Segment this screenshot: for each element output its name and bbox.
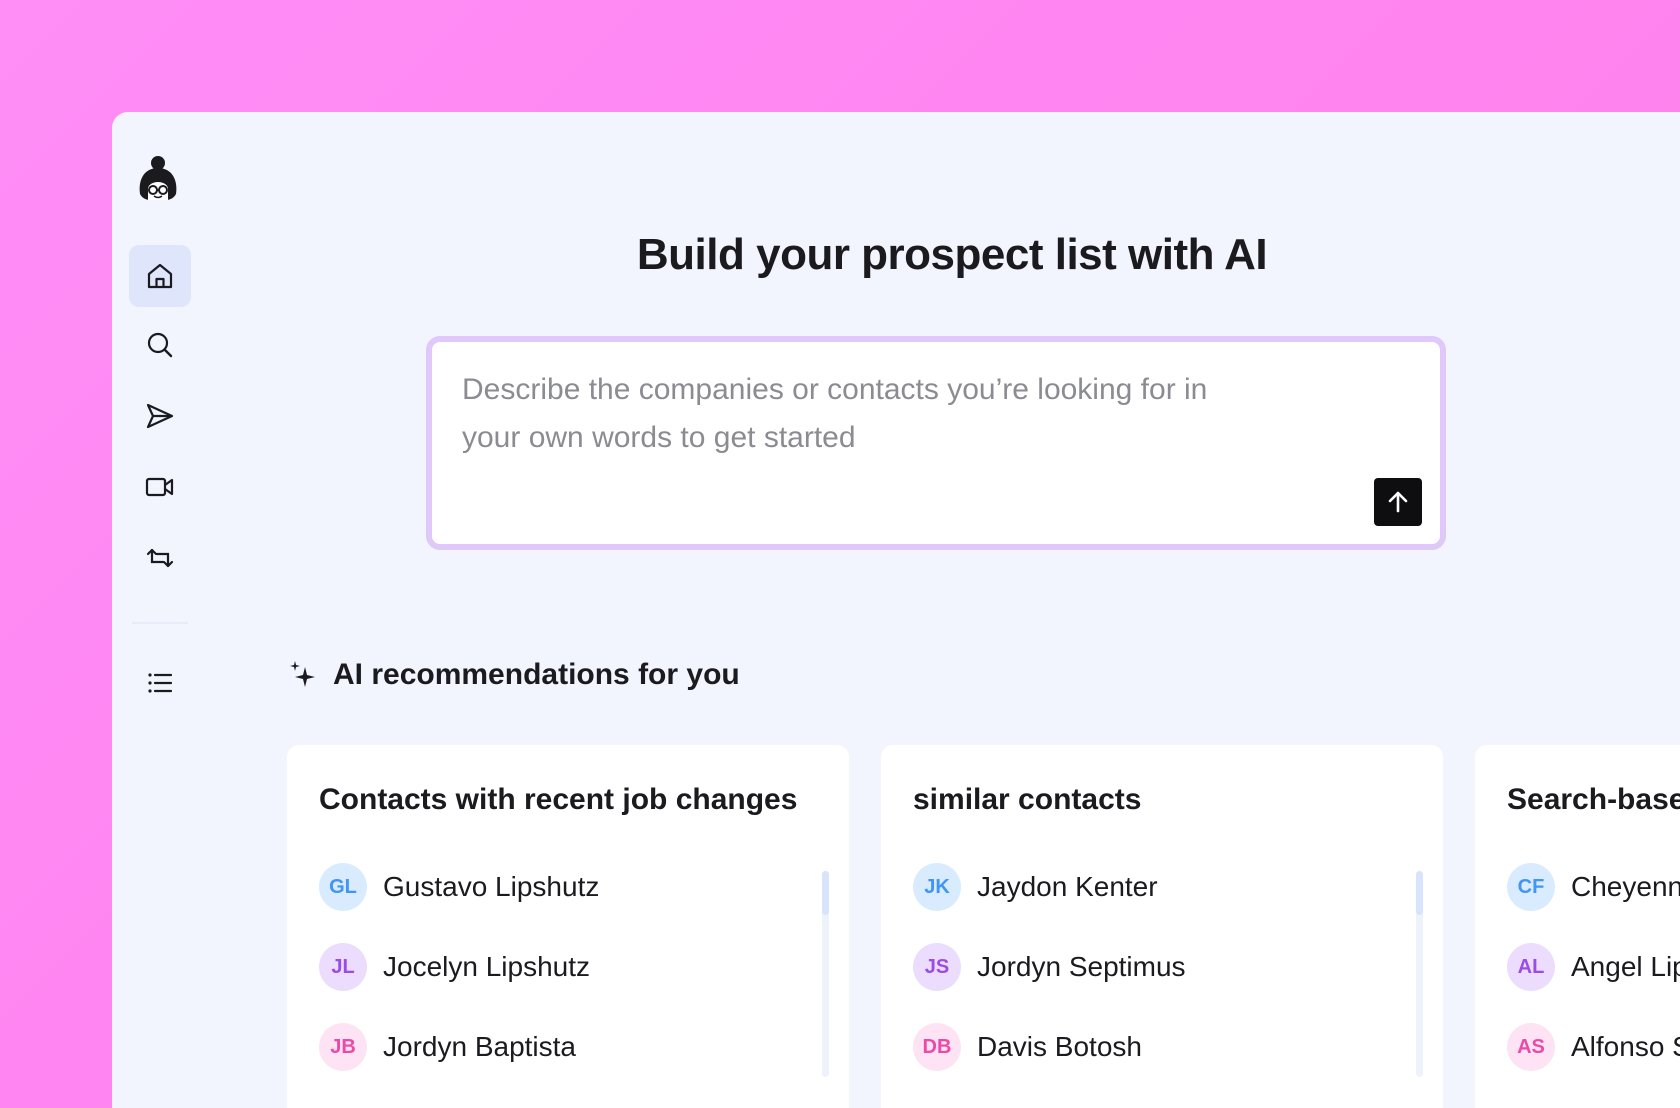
logo-icon[interactable] — [136, 154, 180, 204]
recommendations-header: AI recommendations for you — [287, 658, 740, 692]
contact-item[interactable]: AL Angel Lip — [1507, 943, 1680, 991]
search-icon — [147, 332, 173, 358]
card-title: similar contacts — [913, 783, 1142, 816]
recommendation-card-similar-contacts[interactable]: similar contacts JK Jaydon Kenter JS Jor… — [881, 745, 1443, 1108]
recommendations-title: AI recommendations for you — [333, 658, 740, 691]
video-icon — [145, 477, 174, 497]
contact-item[interactable]: JS Jordyn Septimus — [913, 943, 1186, 991]
send-icon — [146, 403, 174, 429]
avatar: JL — [319, 943, 367, 991]
prompt-box — [426, 336, 1446, 550]
contact-item[interactable]: DB Davis Botosh — [913, 1023, 1142, 1071]
nav-divider — [132, 622, 188, 624]
app-window: Build your prospect list with AI AI reco… — [112, 112, 1680, 1108]
contact-name: Davis Botosh — [977, 1031, 1142, 1062]
avatar: JS — [913, 943, 961, 991]
scrollbar[interactable] — [1416, 871, 1423, 1077]
card-title: Contacts with recent job changes — [319, 783, 798, 816]
contact-item[interactable]: JB Jordyn Baptista — [319, 1023, 576, 1071]
avatar: AL — [1507, 943, 1555, 991]
page-title: Build your prospect list with AI — [636, 230, 1268, 279]
contact-name: Jordyn Septimus — [977, 951, 1186, 982]
nav-video[interactable] — [129, 456, 191, 518]
repeat-icon — [146, 548, 174, 568]
recommendation-card-job-changes[interactable]: Contacts with recent job changes GL Gust… — [287, 745, 849, 1108]
avatar: JB — [319, 1023, 367, 1071]
avatar: AS — [1507, 1023, 1555, 1071]
contact-name: Alfonso S — [1571, 1031, 1680, 1062]
recommendation-card-search-based[interactable]: Search-base CF Cheyenn AL Angel Lip AS A… — [1475, 745, 1680, 1108]
contact-name: Jocelyn Lipshutz — [383, 951, 591, 982]
sparkle-icon — [290, 661, 315, 687]
contact-item[interactable]: AS Alfonso S — [1507, 1023, 1680, 1071]
avatar: JK — [913, 863, 961, 911]
avatar: GL — [319, 863, 367, 911]
list-icon — [148, 673, 173, 693]
contact-item[interactable]: CF Cheyenn — [1507, 863, 1680, 911]
contact-name: Angel Lip — [1571, 951, 1680, 982]
contact-item[interactable]: GL Gustavo Lipshutz — [319, 863, 599, 911]
arrow-up-icon — [1388, 491, 1408, 513]
contact-name: Gustavo Lipshutz — [383, 871, 600, 902]
card-title: Search-base — [1507, 783, 1680, 816]
scrollbar-thumb[interactable] — [1416, 871, 1423, 915]
avatar: CF — [1507, 863, 1555, 911]
avatar: DB — [913, 1023, 961, 1071]
nav-repeat[interactable] — [129, 527, 191, 589]
contact-item[interactable]: JK Jaydon Kenter — [913, 863, 1158, 911]
scrollbar-thumb[interactable] — [822, 871, 829, 915]
contact-name: Cheyenn — [1571, 871, 1680, 902]
contact-name: Jaydon Kenter — [977, 871, 1158, 902]
nav-lists[interactable] — [129, 652, 191, 714]
contact-item[interactable]: JL Jocelyn Lipshutz — [319, 943, 590, 991]
nav-send[interactable] — [129, 385, 191, 447]
nav-search[interactable] — [129, 314, 191, 376]
prompt-input[interactable] — [462, 366, 1222, 496]
submit-prompt-button[interactable] — [1374, 478, 1422, 526]
scrollbar[interactable] — [822, 871, 829, 1077]
contact-name: Jordyn Baptista — [383, 1031, 576, 1062]
